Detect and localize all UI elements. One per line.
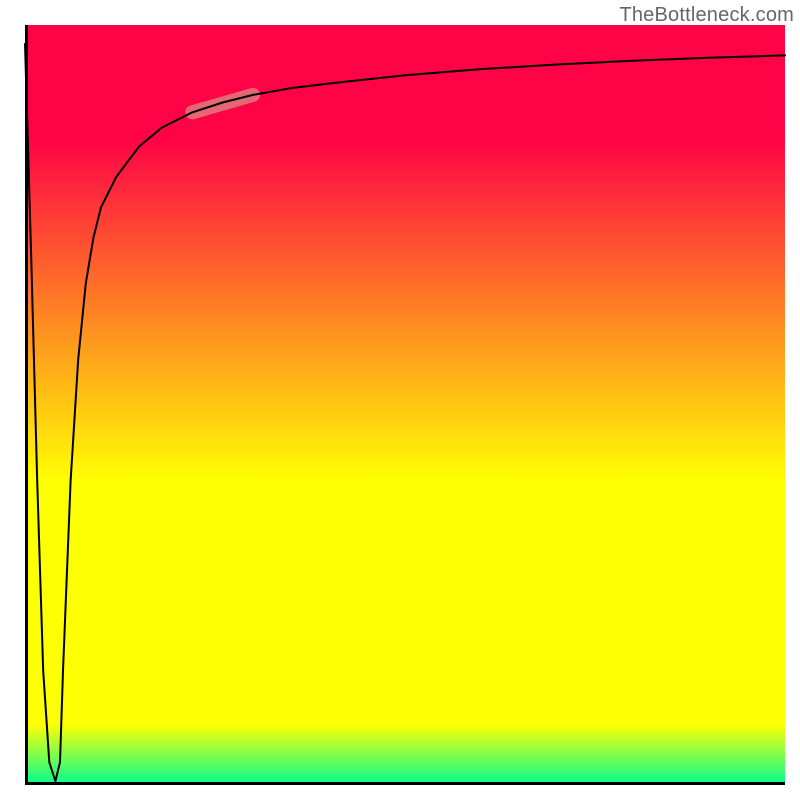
chart-stage: TheBottleneck.com bbox=[0, 0, 800, 800]
bottleneck-curve bbox=[25, 44, 785, 781]
watermark-text: TheBottleneck.com bbox=[619, 4, 794, 27]
y-axis bbox=[25, 25, 28, 785]
plot-area bbox=[25, 25, 785, 785]
x-axis bbox=[25, 782, 785, 785]
curve-layer bbox=[25, 25, 785, 785]
